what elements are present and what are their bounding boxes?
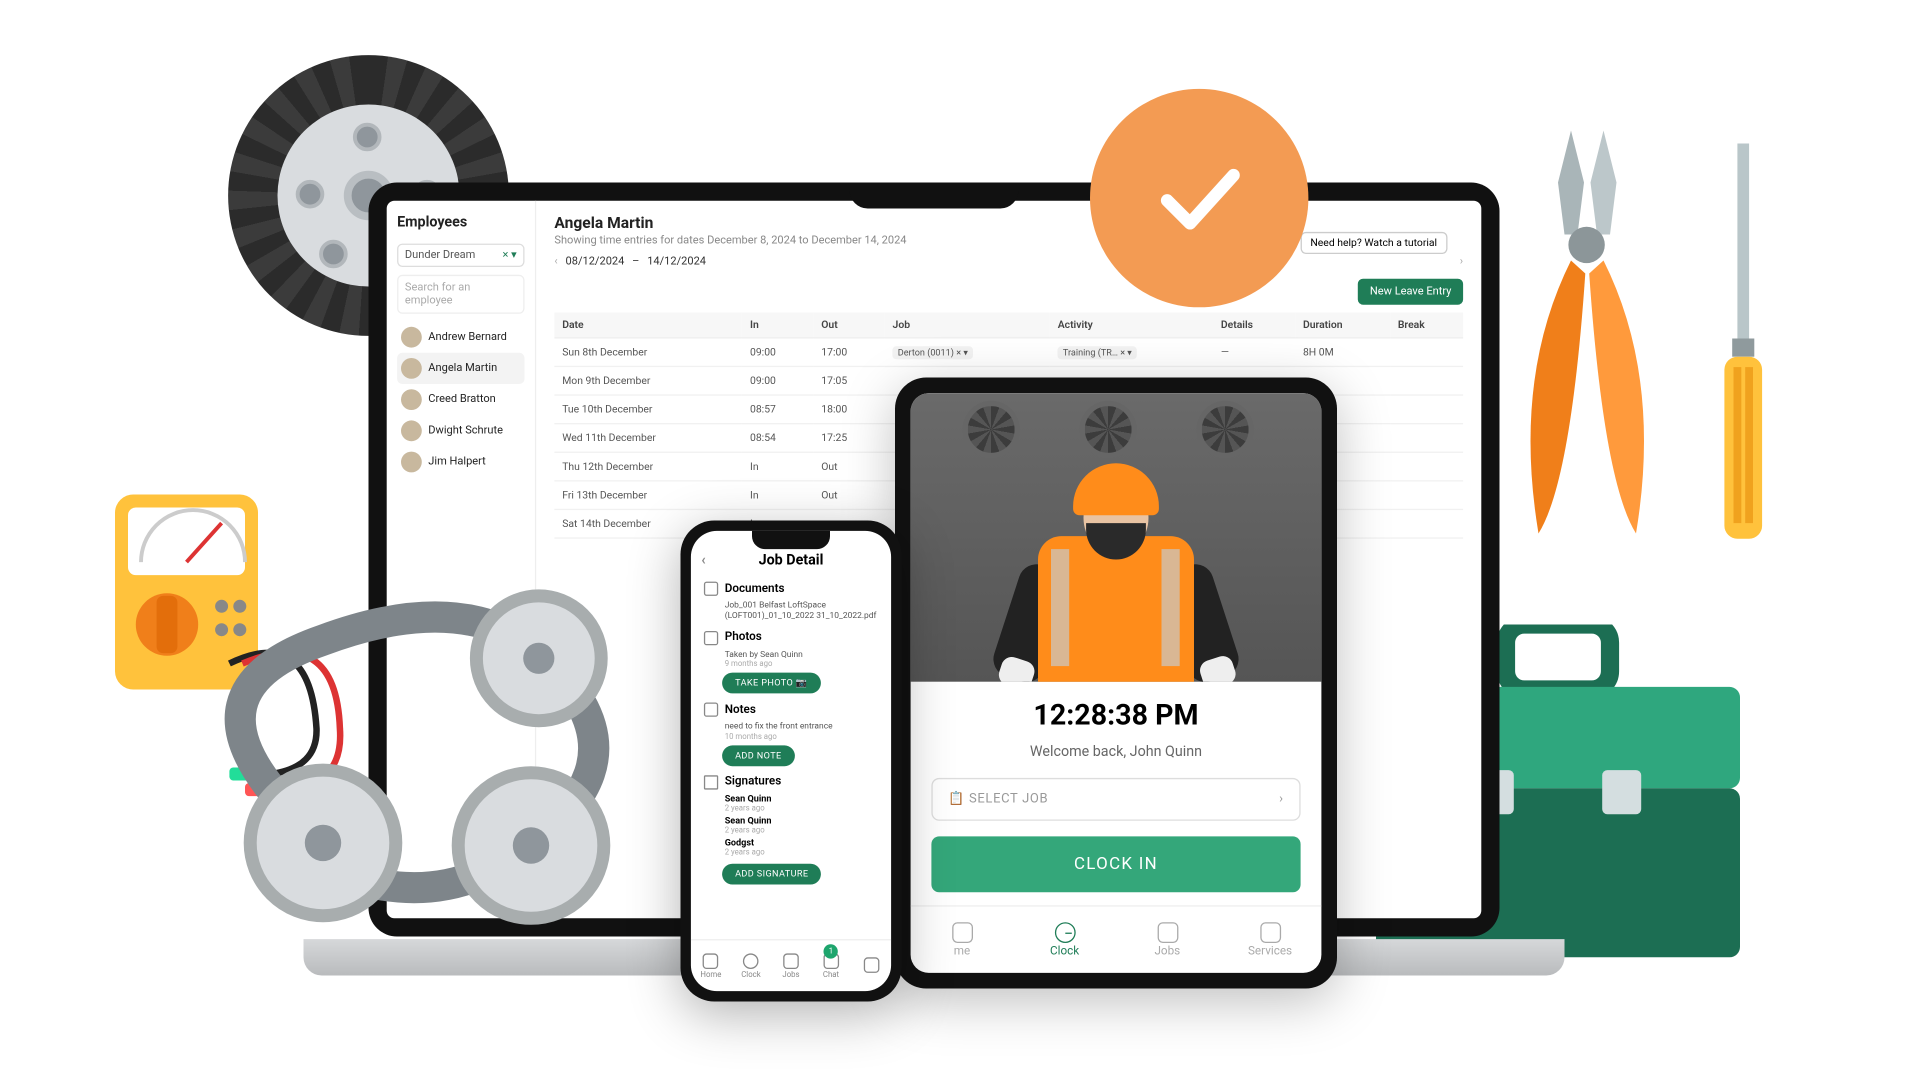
employee-name-heading: Angela Martin [554, 214, 1463, 232]
note-icon [704, 703, 718, 717]
avatar [401, 358, 422, 379]
signatures-section: Signatures Sean Quinn2 years agoSean Qui… [704, 775, 878, 884]
new-leave-entry-button[interactable]: New Leave Entry [1358, 279, 1463, 305]
back-button[interactable]: ‹ [701, 552, 705, 569]
date-range-picker[interactable]: ‹ 08/12/2024–14/12/2024 › [554, 255, 1463, 268]
tablet-bottom-nav: meClockJobsServices [911, 905, 1322, 973]
tablet-nav-me[interactable]: me [911, 907, 1014, 973]
employee-row[interactable]: Angela Martin [397, 353, 524, 384]
add-note-button[interactable]: ADD NOTE [722, 745, 794, 766]
help-tutorial-button[interactable]: Need help? Watch a tutorial [1300, 232, 1448, 254]
phone-nav-chat[interactable]: 1Chat [811, 940, 851, 991]
welcome-message: Welcome back, John Quinn [931, 743, 1300, 760]
employee-row[interactable]: Jim Halpert [397, 446, 524, 477]
notes-section: Notes need to fix the front entrance 10 … [704, 703, 878, 766]
document-file[interactable]: Job_001 Belfast LoftSpace (LOFT001)_01_1… [725, 600, 878, 622]
current-time: 12:28:38 PM [931, 700, 1300, 733]
phone-device: ‹ Job Detail Documents Job_001 Belfast L… [681, 521, 902, 1002]
phone-nav-home[interactable]: Home [691, 940, 731, 991]
clock-in-button[interactable]: CLOCK IN [931, 836, 1300, 892]
signature-icon [704, 775, 718, 789]
take-photo-button[interactable]: TAKE PHOTO 📷 [722, 673, 820, 694]
employee-row[interactable]: Creed Bratton [397, 384, 524, 415]
signature-row: Sean Quinn2 years ago [725, 793, 878, 813]
avatar [401, 420, 422, 441]
employee-row[interactable]: Dwight Schrute [397, 415, 524, 446]
avatar [401, 389, 422, 410]
tablet-nav-jobs[interactable]: Jobs [1116, 907, 1219, 973]
employee-row[interactable]: Andrew Bernard [397, 322, 524, 353]
worker-photo [911, 393, 1322, 682]
phone-nav-clock[interactable]: Clock [731, 940, 771, 991]
employee-search-input[interactable]: Search for an employee [397, 275, 524, 314]
tablet-nav-clock[interactable]: Clock [1013, 907, 1116, 973]
photo-icon [704, 631, 718, 645]
checkmark-badge [1090, 89, 1308, 307]
phone-nav-more[interactable] [851, 940, 891, 991]
select-job-dropdown[interactable]: 📋 SELECT JOB› [931, 778, 1300, 821]
screwdriver-illustration [1714, 144, 1773, 547]
sidebar-title: Employees [397, 214, 524, 231]
tablet-device: 12:28:38 PM Welcome back, John Quinn 📋 S… [895, 378, 1337, 989]
table-row[interactable]: Sun 8th December09:0017:00Derton (0011) … [554, 338, 1463, 367]
belt-pulleys-illustration [193, 586, 648, 963]
phone-title: Job Detail [759, 552, 824, 569]
team-dropdown[interactable]: Dunder Dream× ▾ [397, 244, 524, 267]
document-icon [704, 582, 718, 596]
signature-row: Sean Quinn2 years ago [725, 815, 878, 835]
avatar [401, 452, 422, 473]
signature-row: Godgst2 years ago [725, 837, 878, 856]
tablet-nav-services[interactable]: Services [1219, 907, 1322, 973]
add-signature-button[interactable]: ADD SIGNATURE [722, 863, 821, 884]
phone-bottom-nav: HomeClockJobs1Chat [691, 939, 891, 991]
pliers-illustration [1500, 131, 1676, 547]
avatar [401, 327, 422, 348]
documents-section: Documents Job_001 Belfast LoftSpace (LOF… [704, 582, 878, 622]
phone-nav-jobs[interactable]: Jobs [771, 940, 811, 991]
photos-section: Photos Taken by Sean Quinn 9 months ago … [704, 631, 878, 694]
